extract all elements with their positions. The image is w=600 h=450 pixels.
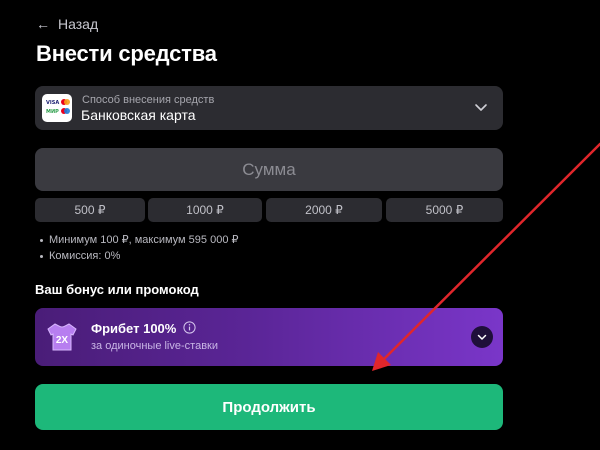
list-item: Минимум 100 ₽, максимум 595 000 ₽ — [40, 232, 239, 248]
continue-button[interactable]: Продолжить — [35, 384, 503, 430]
commission-text: Комиссия: 0% — [49, 250, 121, 262]
payment-method-value: Банковская карта — [81, 107, 196, 123]
visa-logo-text: VISA — [46, 100, 60, 106]
limit-text: Минимум 100 ₽, максимум 595 000 ₽ — [49, 234, 239, 246]
bonus-expand-button[interactable] — [471, 326, 493, 348]
payment-method-select[interactable]: VISA МИР Способ внесения средств Банковс… — [35, 86, 503, 130]
amount-presets: 500 ₽ 1000 ₽ 2000 ₽ 5000 ₽ — [35, 198, 503, 222]
arrow-left-icon: ← — [36, 16, 50, 32]
bank-card-icon: VISA МИР — [42, 94, 72, 122]
bonus-description: за одиночные live-ставки — [91, 340, 218, 352]
back-link[interactable]: ← Назад — [36, 16, 98, 32]
preset-amount-button[interactable]: 500 ₽ — [35, 198, 145, 222]
mir-logo-text: МИР — [46, 109, 59, 115]
payment-method-caption: Способ внесения средств — [82, 94, 215, 106]
deposit-limits: Минимум 100 ₽, максимум 595 000 ₽ Комисс… — [40, 232, 239, 264]
preset-amount-button[interactable]: 2000 ₽ — [266, 198, 382, 222]
mastercard-circle — [64, 99, 70, 105]
maestro-circle — [64, 108, 70, 114]
list-item: Комиссия: 0% — [40, 248, 239, 264]
chevron-down-icon — [475, 104, 487, 111]
page-title: Внести средства — [36, 41, 217, 66]
bonus-name: Фрибет 100% — [91, 321, 177, 336]
preset-amount-button[interactable]: 5000 ₽ — [386, 198, 503, 222]
annotation-arrow — [372, 142, 600, 371]
back-label: Назад — [58, 16, 99, 32]
preset-amount-button[interactable]: 1000 ₽ — [148, 198, 262, 222]
chevron-down-icon — [477, 334, 487, 340]
info-icon[interactable] — [183, 321, 196, 334]
freebet-2x-icon: 2X — [47, 323, 77, 351]
bullet-icon — [40, 254, 43, 258]
bullet-icon — [40, 238, 43, 242]
bonus-section-label: Ваш бонус или промокод — [35, 282, 199, 297]
badge-text: 2X — [56, 335, 69, 346]
bonus-select[interactable]: 2X Фрибет 100% за одиночные live-ставки — [35, 308, 503, 366]
amount-input[interactable] — [35, 148, 503, 191]
